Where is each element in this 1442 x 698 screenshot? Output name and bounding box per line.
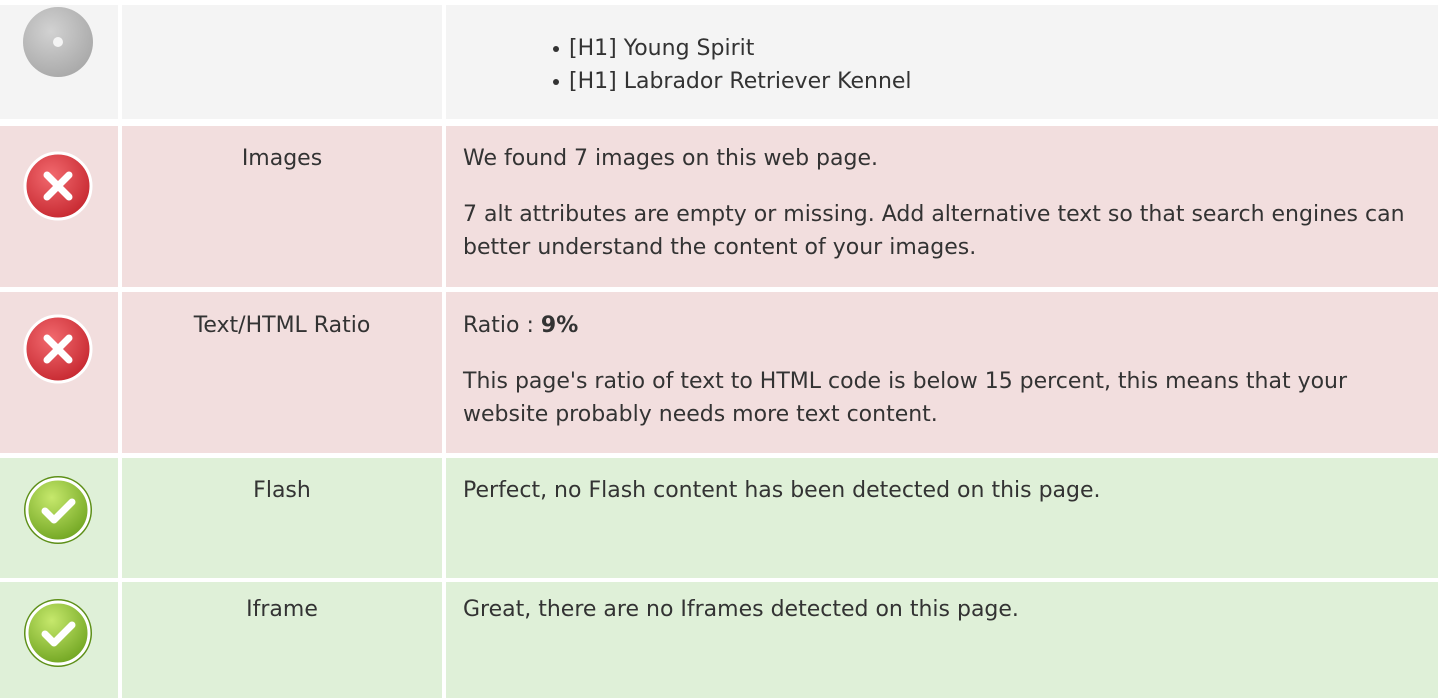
status-cell [0,126,118,287]
status-cell [0,5,118,119]
row-label: Text/HTML Ratio [193,313,371,338]
row-label-cell [122,5,442,119]
row-content-cell: Ratio : 9% This page's ratio of text to … [446,292,1438,453]
report-row-iframe: Iframe Great, there are no Iframes detec… [0,582,1442,698]
status-cell [0,582,118,698]
ratio-value: 9% [540,313,579,338]
iframe-result-text: Great, there are no Iframes detected on … [463,597,1019,622]
headings-list: [H1] Young Spirit [H1] Labrador Retrieve… [463,32,1418,98]
ratio-prefix: Ratio : [463,313,541,338]
heading-item: [H1] Labrador Retriever Kennel [553,65,1418,98]
report-row-text-html-ratio: Text/HTML Ratio Ratio : 9% This page's r… [0,292,1442,453]
flash-result-text: Perfect, no Flash content has been detec… [463,478,1101,503]
status-cell [0,458,118,578]
report-row-images: Images We found 7 images on this web pag… [0,126,1442,287]
error-x-icon [23,151,93,221]
neutral-circle-icon [23,7,93,77]
error-x-icon [23,314,93,384]
ratio-line: Ratio : 9% [463,309,1418,342]
row-label: Images [241,146,323,171]
row-label: Flash [253,478,311,503]
status-cell [0,292,118,453]
row-content-cell: Perfect, no Flash content has been detec… [446,458,1438,578]
images-count-text: We found 7 images on this web page. [463,146,878,171]
report-row-flash: Flash Perfect, no Flash content has been… [0,458,1442,578]
row-label-cell: Images [122,126,442,287]
success-check-icon [24,476,92,544]
seo-report: [H1] Young Spirit [H1] Labrador Retrieve… [0,0,1442,698]
row-content-cell: We found 7 images on this web page. 7 al… [446,126,1438,287]
success-check-icon [24,599,92,667]
report-row-headings: [H1] Young Spirit [H1] Labrador Retrieve… [0,5,1442,119]
row-content-cell: [H1] Young Spirit [H1] Labrador Retrieve… [446,5,1438,119]
row-content-cell: Great, there are no Iframes detected on … [446,582,1438,698]
row-label: Iframe [246,597,318,622]
row-label-cell: Flash [122,458,442,578]
heading-item: [H1] Young Spirit [553,32,1418,65]
ratio-description: This page's ratio of text to HTML code i… [463,369,1348,427]
row-label-cell: Text/HTML Ratio [122,292,442,453]
row-label-cell: Iframe [122,582,442,698]
images-alt-text: 7 alt attributes are empty or missing. A… [463,202,1405,260]
